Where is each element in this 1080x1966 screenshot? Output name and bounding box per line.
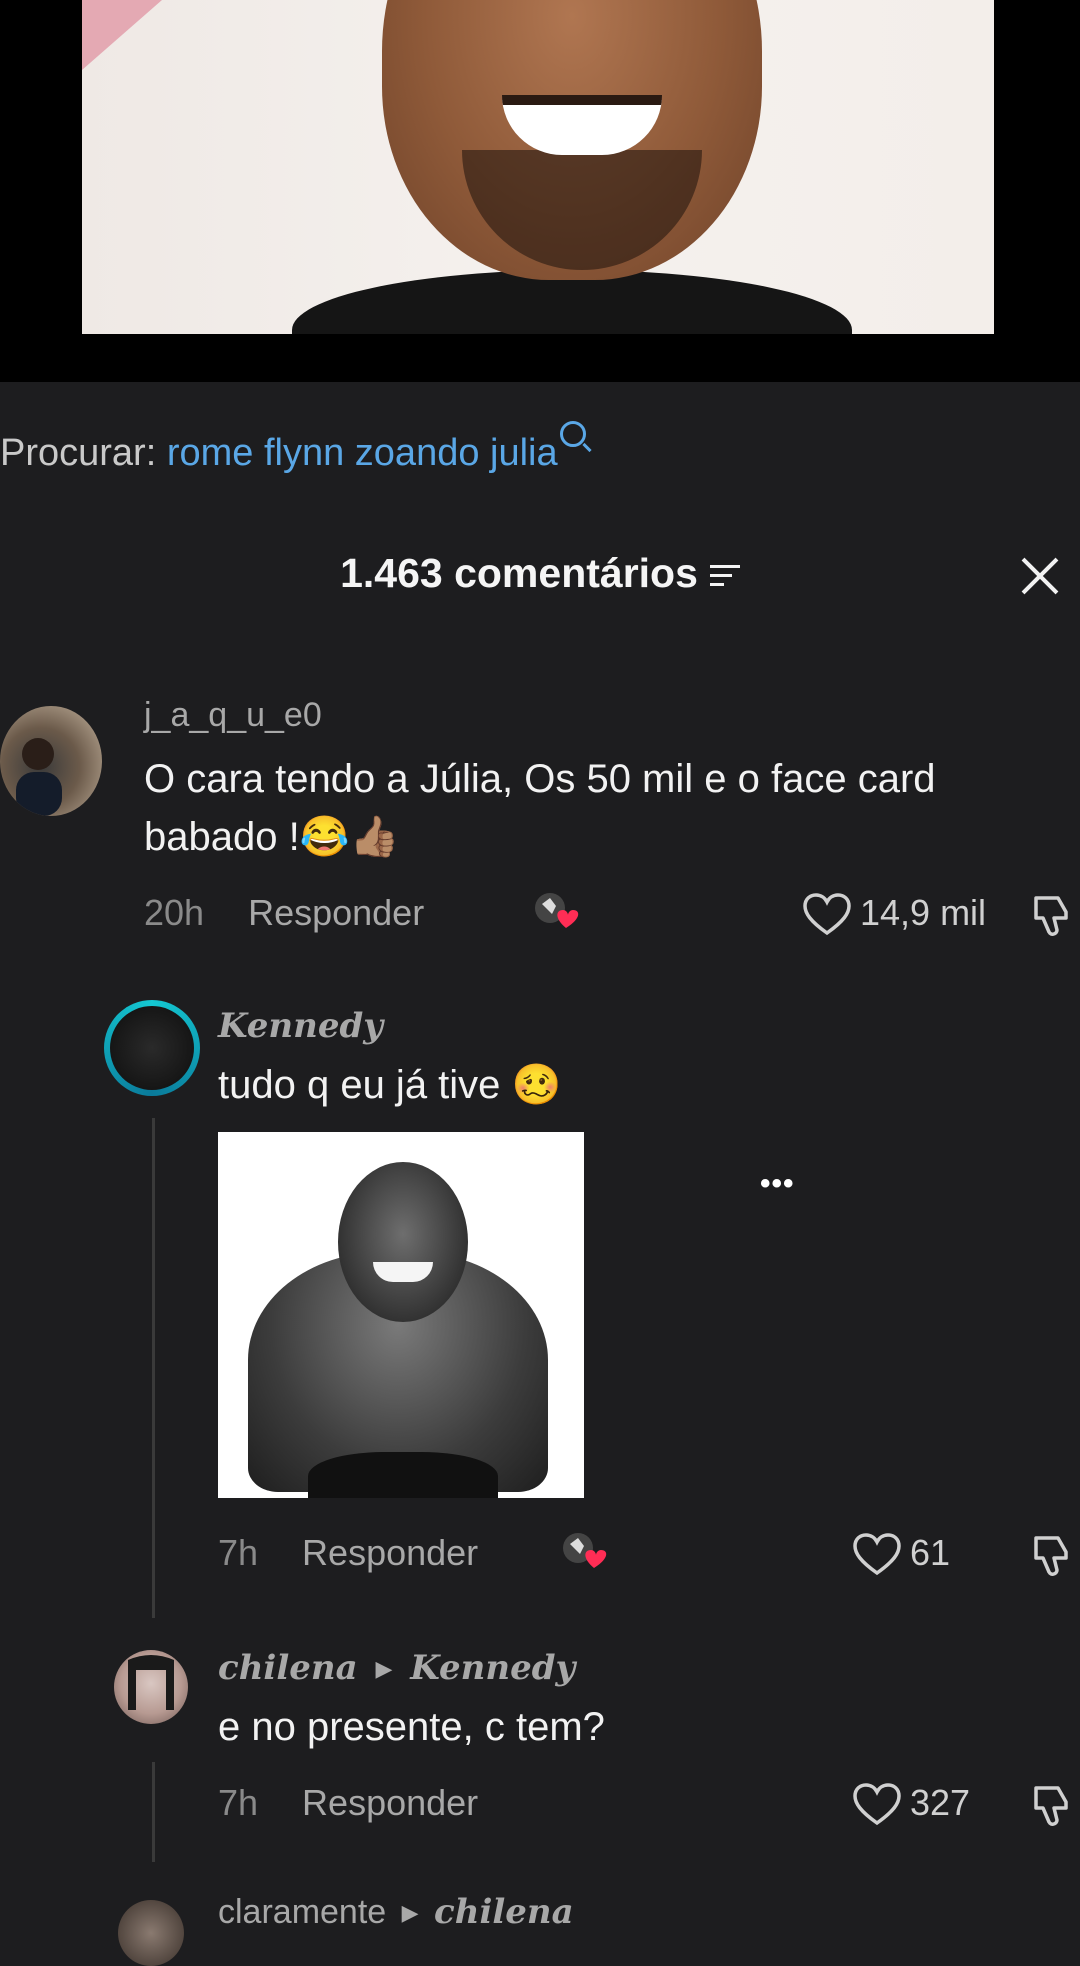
comment-meta: 20h Responder bbox=[144, 892, 424, 934]
reply-to-username[interactable]: chilena bbox=[434, 1892, 574, 1932]
heart-icon bbox=[853, 1783, 901, 1826]
comment-meta: 7h Responder bbox=[218, 1532, 478, 1574]
comment-username[interactable]: j_a_q_u_e0 bbox=[144, 696, 322, 735]
comment-username[interactable]: claramente bbox=[218, 1893, 386, 1931]
like-button[interactable]: 61 bbox=[852, 1532, 950, 1577]
filter-icon[interactable] bbox=[709, 563, 740, 589]
comment-text: e no presente, c tem? bbox=[218, 1705, 605, 1749]
more-options-icon[interactable]: ••• bbox=[760, 1167, 795, 1201]
comment-count: 1.463 comentários bbox=[340, 550, 698, 596]
search-query[interactable]: rome flynn zoando julia bbox=[167, 432, 558, 474]
comment-text: tudo q eu já tive 🥴 bbox=[218, 1063, 562, 1107]
like-count: 14,9 mil bbox=[860, 892, 987, 933]
creator-liked-badge bbox=[563, 1533, 607, 1568]
creator-liked-badge bbox=[535, 893, 579, 928]
comment-image[interactable] bbox=[218, 1132, 584, 1498]
background-shape bbox=[82, 0, 162, 70]
heart-icon bbox=[803, 893, 851, 936]
image-figure-head bbox=[338, 1162, 468, 1322]
thread-line bbox=[152, 1762, 155, 1862]
avatar[interactable] bbox=[104, 1000, 200, 1096]
avatar[interactable] bbox=[114, 1650, 188, 1724]
avatar-image bbox=[128, 1655, 174, 1710]
comment-username[interactable]: chilena bbox=[218, 1648, 358, 1688]
avatar-image bbox=[110, 1006, 194, 1090]
dislike-icon[interactable] bbox=[1032, 1534, 1072, 1578]
avatar[interactable] bbox=[118, 1900, 184, 1966]
thread-line bbox=[152, 1118, 155, 1618]
search-suggestion[interactable]: Procurar: rome flynn zoando julia bbox=[0, 421, 586, 475]
comment-text: O cara tendo a Júlia, Os 50 mil e o face… bbox=[144, 757, 936, 859]
reply-button[interactable]: Responder bbox=[302, 1532, 478, 1573]
avatar[interactable] bbox=[0, 706, 102, 816]
heart-icon bbox=[853, 1533, 901, 1576]
close-icon[interactable] bbox=[1018, 555, 1060, 597]
like-button[interactable]: 327 bbox=[852, 1782, 970, 1827]
reply-to-username[interactable]: Kennedy bbox=[410, 1648, 575, 1688]
reply-arrow-icon: ▶ bbox=[375, 1656, 393, 1682]
like-count: 327 bbox=[910, 1782, 971, 1823]
comments-header: 1.463 comentários bbox=[0, 550, 1080, 597]
dislike-icon[interactable] bbox=[1032, 894, 1072, 938]
video-player[interactable] bbox=[0, 0, 1080, 382]
comment-username-line: chilena ▶ Kennedy bbox=[218, 1648, 575, 1688]
comment-username-line: claramente ▶ chilena bbox=[218, 1892, 574, 1932]
comment-meta: 7h Responder bbox=[218, 1782, 478, 1824]
reply-arrow-icon: ▶ bbox=[401, 1900, 419, 1925]
video-frame bbox=[82, 0, 994, 334]
reply-button[interactable]: Responder bbox=[302, 1782, 478, 1823]
comment-username[interactable]: Kennedy bbox=[218, 1006, 383, 1046]
avatar-image bbox=[16, 738, 62, 816]
like-button[interactable]: 14,9 mil bbox=[802, 892, 986, 937]
comment-time: 7h bbox=[218, 1532, 259, 1573]
comment-time: 20h bbox=[144, 892, 205, 933]
dislike-icon[interactable] bbox=[1032, 1784, 1072, 1828]
search-icon bbox=[559, 421, 586, 447]
image-figure-shorts bbox=[308, 1452, 498, 1498]
reply-button[interactable]: Responder bbox=[248, 892, 424, 933]
like-count: 61 bbox=[910, 1532, 951, 1573]
search-prefix: Procurar: bbox=[0, 432, 157, 474]
comment-time: 7h bbox=[218, 1782, 259, 1823]
